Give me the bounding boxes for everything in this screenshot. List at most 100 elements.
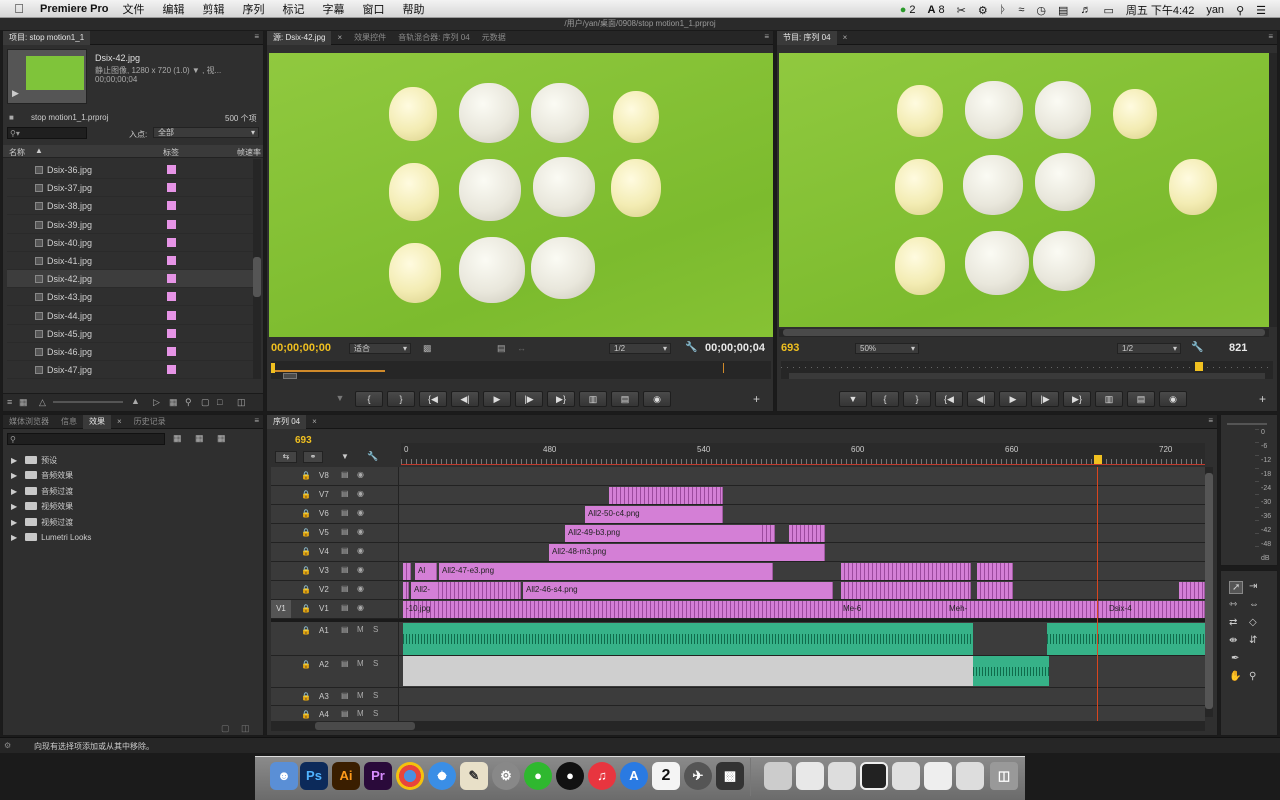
project-item[interactable]: Dsix-41.jpg xyxy=(7,252,253,270)
play-icon[interactable]: ▶ xyxy=(483,391,511,407)
zoom-icon[interactable]: ⚲ xyxy=(1249,671,1256,682)
disclosure-triangle-icon[interactable]: ▶ xyxy=(11,533,17,542)
video-clip[interactable]: All2-46-s4.png xyxy=(523,582,833,599)
tab-history[interactable]: 历史记录 xyxy=(128,415,172,429)
settings-icon[interactable]: ▤ xyxy=(497,343,506,354)
solo-button[interactable]: S xyxy=(373,709,378,718)
tab-sequence[interactable]: 序列 04 xyxy=(267,414,307,429)
window-thumb-icon[interactable] xyxy=(956,762,984,790)
eye-icon[interactable]: ◉ xyxy=(357,603,364,612)
premiere-icon[interactable]: Pr xyxy=(364,762,392,790)
project-item[interactable]: Dsix-36.jpg xyxy=(7,161,253,179)
video-clip[interactable] xyxy=(439,582,521,599)
tab-effects[interactable]: 效果 xyxy=(83,414,111,429)
safe-margins-icon[interactable]: ▩ xyxy=(423,343,432,354)
menu-clip[interactable]: 剪辑 xyxy=(202,1,224,17)
track-select-icon[interactable]: ⇥ xyxy=(1249,581,1257,592)
track-header[interactable]: 🔒 V7 ▤ ◉ xyxy=(271,486,399,504)
effects-folder[interactable]: ▶ 音频过渡 xyxy=(11,484,73,499)
wechat-status-icon[interactable]: ● 2 xyxy=(900,4,916,16)
disclosure-triangle-icon[interactable]: ▶ xyxy=(11,502,17,511)
video-clip[interactable]: All2-48-m3.png xyxy=(549,544,825,561)
snap-icon[interactable]: ⇆ xyxy=(275,451,297,463)
video-clip[interactable] xyxy=(977,563,1013,580)
user-name[interactable]: yan xyxy=(1206,4,1224,16)
lock-icon[interactable]: 🔒 xyxy=(301,604,311,613)
folder-thumb-icon[interactable] xyxy=(764,762,792,790)
finder-icon[interactable]: ☻ xyxy=(270,762,298,790)
project-item[interactable]: Dsix-40.jpg xyxy=(7,234,253,252)
column-name[interactable]: 名称 xyxy=(9,147,25,158)
track-header[interactable]: 🔒 V3 ▤ ◉ xyxy=(271,562,399,580)
window-thumb-icon[interactable] xyxy=(828,762,856,790)
wifi-icon[interactable]: ≈ xyxy=(1018,4,1024,16)
video-clip[interactable] xyxy=(403,563,411,580)
sync-lock-icon[interactable]: ▤ xyxy=(341,470,349,479)
audio-clip[interactable] xyxy=(973,656,1049,686)
tab-program[interactable]: 节目: 序列 04 xyxy=(777,30,837,45)
zoom-large-icon[interactable]: ▲ xyxy=(131,396,140,406)
icon-view-icon[interactable]: ▦ xyxy=(19,397,28,408)
list-icon[interactable]: ☰ xyxy=(1256,4,1266,17)
video-clip[interactable] xyxy=(977,582,1013,599)
program-hscrollbar[interactable] xyxy=(779,329,1269,337)
photoshop-icon[interactable]: Ps xyxy=(300,762,328,790)
lock-icon[interactable]: 🔒 xyxy=(301,471,311,480)
project-item[interactable]: Dsix-43.jpg xyxy=(7,288,253,307)
effects-folder[interactable]: ▶ 视频效果 xyxy=(11,499,73,514)
mute-button[interactable]: M xyxy=(357,659,364,668)
launchpad-icon[interactable]: ✈ xyxy=(684,762,712,790)
yuv-effects-icon[interactable]: ▦ xyxy=(217,433,226,444)
source-scrubber[interactable] xyxy=(271,361,771,379)
video-clip[interactable] xyxy=(1179,582,1205,599)
panel-menu-icon[interactable]: ≡ xyxy=(1268,32,1273,41)
sync-lock-icon[interactable]: ▤ xyxy=(341,584,349,593)
mute-button[interactable]: M xyxy=(357,709,364,718)
effects-folder[interactable]: ▶ 音频效果 xyxy=(11,468,73,483)
project-item[interactable]: Dsix-45.jpg xyxy=(7,325,253,343)
effects-search-input[interactable]: ⚲ xyxy=(7,433,165,445)
inpoint-select[interactable]: 全部 ▾ xyxy=(153,127,259,138)
eye-icon[interactable]: ◉ xyxy=(357,508,364,517)
menu-sequence[interactable]: 序列 xyxy=(242,1,264,17)
disclosure-triangle-icon[interactable]: ▶ xyxy=(11,456,17,465)
lock-icon[interactable]: 🔒 xyxy=(301,585,311,594)
new-bin-icon[interactable]: ▢ xyxy=(201,397,210,408)
lock-icon[interactable]: 🔒 xyxy=(301,528,311,537)
lock-icon[interactable]: 🔒 xyxy=(301,547,311,556)
battery-icon[interactable]: ▭ xyxy=(1103,4,1113,17)
timeline-hscrollbar[interactable] xyxy=(271,721,1205,731)
track-header[interactable]: 🔒 A3 ▤ M S xyxy=(271,688,399,705)
go-to-in-icon[interactable]: {◀ xyxy=(419,391,447,407)
new-item-icon[interactable]: □ xyxy=(217,397,222,407)
step-back-icon[interactable]: ◀| xyxy=(451,391,479,407)
project-item[interactable]: Dsix-47.jpg xyxy=(7,361,253,380)
program-quality-select[interactable]: 1/2 ▾ xyxy=(1117,343,1181,354)
rolling-edit-icon[interactable]: ⇔ xyxy=(1249,599,1259,610)
add-marker-icon[interactable]: ▼ xyxy=(839,391,867,407)
safari-icon[interactable]: ✧ xyxy=(428,762,456,790)
extract-icon[interactable]: ▤ xyxy=(1127,391,1155,407)
effects-folder[interactable]: ▶ Lumetri Looks xyxy=(11,530,91,545)
rate-stretch-icon[interactable]: ⇄ xyxy=(1229,617,1237,628)
video-clip[interactable]: All2-47-e3.png xyxy=(439,563,773,580)
trash-icon[interactable]: ◫ xyxy=(241,723,250,734)
track-header[interactable]: 🔒 A2 ▤ M S xyxy=(271,656,399,687)
eye-icon[interactable]: ◉ xyxy=(357,470,364,479)
go-to-in-icon[interactable]: {◀ xyxy=(935,391,963,407)
audio-clip[interactable] xyxy=(1047,623,1205,655)
panel-menu-icon[interactable]: ≡ xyxy=(1208,416,1213,425)
add-button-icon[interactable]: + xyxy=(753,392,760,406)
menu-edit[interactable]: 编辑 xyxy=(162,1,184,17)
document-thumb-icon[interactable] xyxy=(796,762,824,790)
video-clip[interactable] xyxy=(841,582,971,599)
mute-button[interactable]: M xyxy=(357,691,364,700)
sync-lock-icon[interactable]: ▤ xyxy=(341,546,349,555)
column-rate[interactable]: 帧速率 xyxy=(237,147,261,158)
step-forward-icon[interactable]: |▶ xyxy=(1031,391,1059,407)
wrench-icon[interactable]: 🔧 xyxy=(367,451,378,462)
eye-icon[interactable]: ◉ xyxy=(357,584,364,593)
video-clip[interactable] xyxy=(609,487,723,504)
step-back-icon[interactable]: ◀| xyxy=(967,391,995,407)
ai-status-icon[interactable]: A 8 xyxy=(928,4,945,16)
